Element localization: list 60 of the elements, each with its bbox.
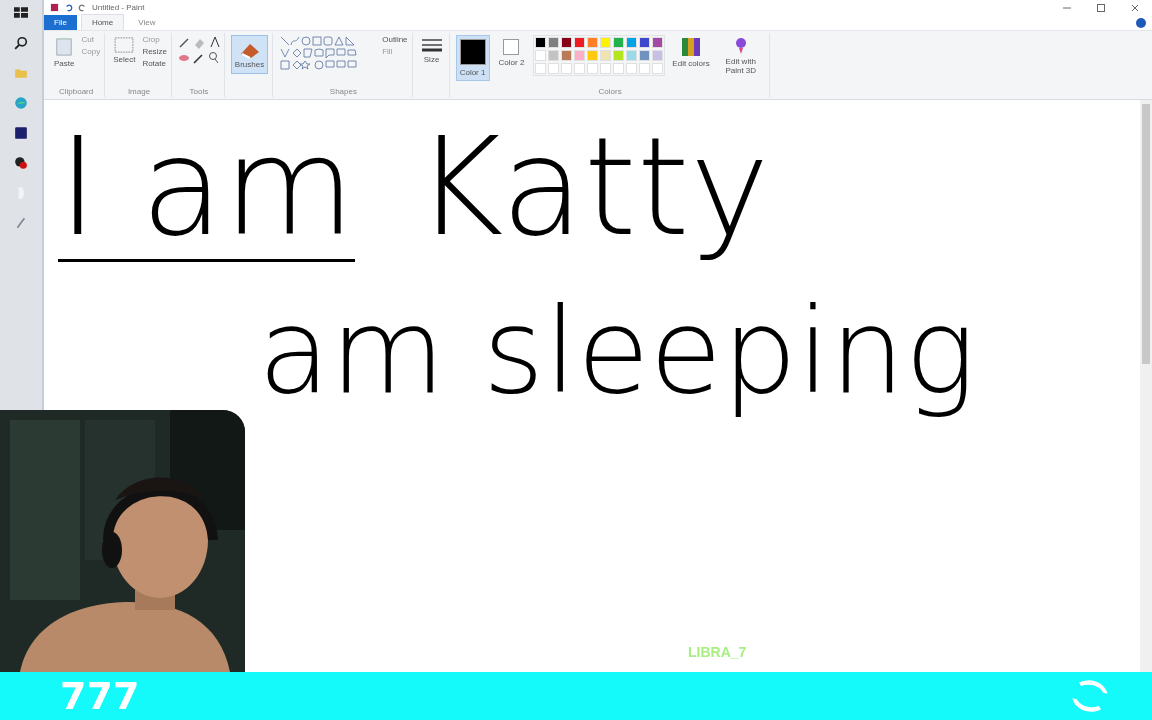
group-label: Clipboard — [57, 87, 95, 97]
palette-swatch[interactable] — [574, 37, 586, 48]
palette-swatch[interactable] — [548, 37, 560, 48]
palette-swatch[interactable] — [652, 37, 664, 48]
close-icon — [1130, 2, 1140, 13]
palette-swatch[interactable] — [535, 50, 547, 61]
palette-swatch[interactable] — [626, 50, 638, 61]
resize-button[interactable]: Resize — [142, 47, 167, 56]
ribbon-tab[interactable]: Home — [80, 14, 125, 30]
color-2-button[interactable]: Color 2 — [494, 35, 529, 71]
username-label: LIBRA_7 — [688, 644, 747, 660]
handwritten-text: Katty — [414, 120, 770, 262]
selection-icon — [114, 37, 135, 53]
group-label: Image — [126, 87, 152, 97]
ribbon-tab[interactable]: File — [44, 15, 77, 30]
redo-icon[interactable] — [78, 3, 87, 12]
app-icon[interactable] — [14, 156, 28, 170]
edit-colors-button[interactable]: Edit colors — [670, 35, 712, 70]
rotate-button[interactable]: Rotate — [142, 59, 167, 68]
brushes-button[interactable]: Brushes — [230, 35, 269, 74]
vertical-scrollbar[interactable] — [1140, 100, 1152, 672]
select-button[interactable]: Select — [111, 35, 138, 66]
palette-swatch[interactable] — [600, 37, 612, 48]
window-title: Untitled - Paint — [92, 3, 145, 12]
palette-swatch[interactable] — [600, 50, 612, 61]
paste-button[interactable]: Paste — [52, 35, 77, 70]
save-icon[interactable] — [50, 3, 59, 12]
group-label: Shapes — [328, 87, 358, 97]
banner-text: 777 — [60, 674, 140, 718]
ribbon-tab[interactable]: View — [128, 15, 166, 30]
windows-logo-icon[interactable] — [14, 6, 28, 20]
color-1-button[interactable]: Color 1 — [455, 35, 490, 81]
palette-swatch[interactable] — [561, 37, 573, 48]
line-width-icon — [420, 37, 443, 53]
palette-swatch[interactable] — [535, 37, 547, 48]
palette-swatch[interactable] — [639, 50, 651, 61]
palette-swatch[interactable] — [587, 37, 599, 48]
browser-icon[interactable] — [14, 96, 28, 110]
palette-swatch[interactable] — [639, 37, 651, 48]
palette-swatch[interactable] — [548, 50, 560, 61]
group-label: Tools — [188, 87, 210, 97]
palette-swatch[interactable] — [613, 50, 625, 61]
palette-swatch[interactable] — [626, 37, 638, 48]
clipboard-icon — [55, 37, 74, 57]
handwritten-text: I am — [58, 120, 355, 262]
tools-drawing[interactable] — [177, 35, 220, 65]
palette-swatch[interactable] — [561, 50, 573, 61]
maximize-icon — [1096, 2, 1106, 13]
palette-swatch[interactable] — [652, 50, 664, 61]
palette-swatch[interactable] — [587, 50, 599, 61]
undo-icon[interactable] — [64, 3, 73, 12]
paint-3d-button[interactable]: Edit with Paint 3D — [716, 35, 765, 77]
color-spectrum-icon — [681, 37, 702, 57]
size-button[interactable]: Size — [418, 35, 445, 66]
outline-button[interactable]: Outline — [382, 35, 408, 44]
search-icon[interactable] — [14, 36, 28, 50]
group-label: Colors — [597, 87, 623, 97]
app-icon[interactable] — [14, 126, 28, 140]
palette-swatch[interactable] — [613, 37, 625, 48]
palette-swatch[interactable] — [574, 50, 586, 61]
